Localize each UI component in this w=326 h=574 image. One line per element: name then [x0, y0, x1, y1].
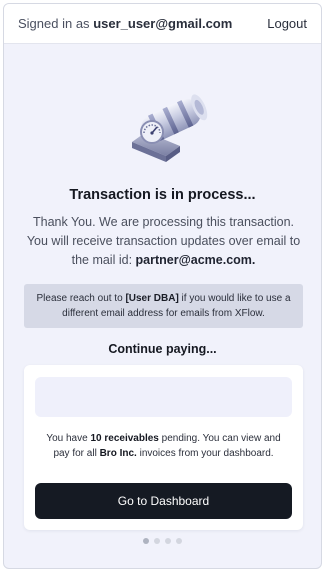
- pagination-dot[interactable]: [143, 538, 149, 544]
- receivables-card: You have 10 receivables pending. You can…: [24, 365, 303, 530]
- app-frame: Signed in as user_user@gmail.com Logout: [3, 3, 322, 569]
- email-change-notice: Please reach out to [User DBA] if you wo…: [24, 284, 303, 328]
- top-bar: Signed in as user_user@gmail.com Logout: [4, 4, 321, 44]
- carousel-pagination: [4, 538, 321, 544]
- info-prefix: You have: [46, 433, 91, 444]
- continue-paying-heading: Continue paying...: [108, 342, 217, 356]
- status-message: Thank You. We are processing this transa…: [24, 213, 303, 270]
- receivables-info: You have 10 receivables pending. You can…: [38, 431, 289, 461]
- notice-contact: [User DBA]: [125, 293, 179, 304]
- go-to-dashboard-button[interactable]: Go to Dashboard: [35, 483, 292, 519]
- signed-in-text: Signed in as user_user@gmail.com: [18, 16, 232, 31]
- card-image-placeholder: [35, 377, 292, 417]
- status-title: Transaction is in process...: [69, 187, 256, 203]
- notice-prefix: Please reach out to: [36, 293, 126, 304]
- pagination-dot[interactable]: [154, 538, 160, 544]
- notification-email: partner@acme.com.: [135, 253, 256, 267]
- logout-link[interactable]: Logout: [267, 16, 307, 31]
- info-suffix: invoices from your dashboard.: [136, 448, 274, 459]
- pagination-dot[interactable]: [176, 538, 182, 544]
- server-gauge-illustration-icon: [132, 94, 208, 162]
- user-email: user_user@gmail.com: [93, 16, 233, 31]
- company-name: Bro Inc.: [99, 448, 137, 459]
- receivables-count: 10 receivables: [90, 433, 159, 444]
- signed-in-prefix: Signed in as: [18, 16, 90, 31]
- pagination-dot[interactable]: [165, 538, 171, 544]
